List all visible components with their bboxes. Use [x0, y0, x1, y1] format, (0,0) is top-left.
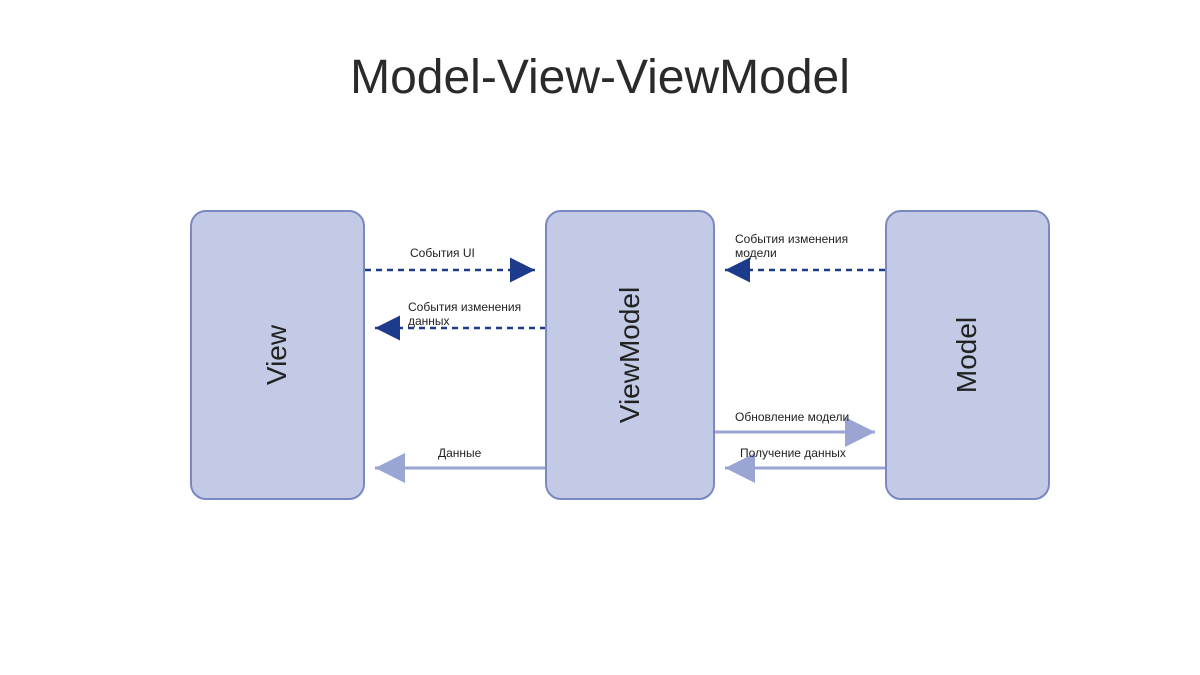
label-data-change-events: События изменения данных — [408, 300, 521, 329]
label-data: Данные — [438, 446, 481, 460]
label-model-change-events: События изменения модели — [735, 232, 848, 261]
model-box: Model — [885, 210, 1050, 500]
label-ui-events: События UI — [410, 246, 475, 260]
viewmodel-box: ViewModel — [545, 210, 715, 500]
view-label: View — [262, 325, 294, 385]
arrow-fetch-data — [715, 458, 885, 478]
viewmodel-label: ViewModel — [614, 287, 646, 423]
arrow-data — [365, 458, 545, 478]
label-update-model: Обновление модели — [735, 410, 849, 424]
mvvm-diagram: View ViewModel Model События UI События … — [0, 200, 1200, 550]
model-label: Model — [951, 317, 983, 393]
page-title: Model-View-ViewModel — [0, 50, 1200, 105]
label-fetch-data: Получение данных — [740, 446, 846, 460]
arrow-update-model — [715, 422, 885, 442]
arrow-ui-events — [365, 260, 545, 280]
arrow-model-change-events — [715, 260, 885, 280]
view-box: View — [190, 210, 365, 500]
